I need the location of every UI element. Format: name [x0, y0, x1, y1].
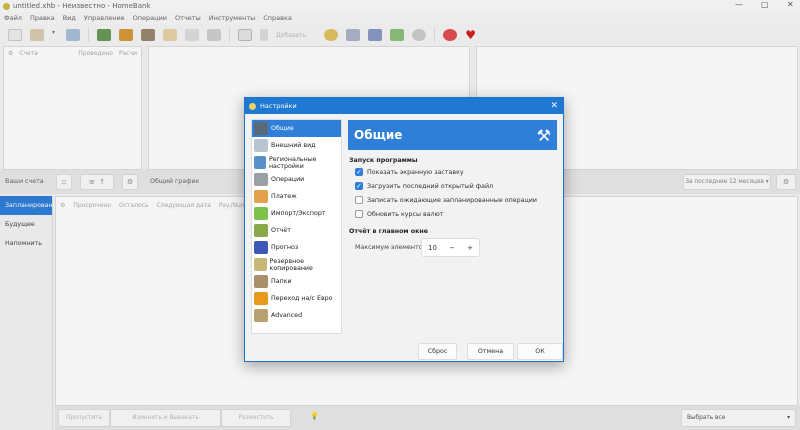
option-label: Записать ожидающие запланированные опера…: [367, 196, 537, 204]
import-export-icon: [254, 207, 268, 220]
folder-icon: [254, 275, 268, 288]
nav-item-label: Общие: [271, 125, 294, 132]
main-window-section-title: Отчёт в главном окне: [349, 228, 428, 235]
section-header-title: Общие: [354, 128, 403, 142]
preferences-dialog: Настройки ✕ Общие Внешний вид Региональные…: [244, 97, 564, 362]
advanced-icon: [254, 309, 268, 322]
clock-icon: [254, 258, 267, 271]
cancel-button[interactable]: Отмена: [467, 343, 514, 360]
homebank-logo-icon: [249, 102, 256, 110]
max-items-label: Максимум элементов:: [355, 244, 429, 251]
forecast-icon: [254, 241, 268, 254]
checkbox-checked-icon[interactable]: ✓: [355, 182, 363, 190]
preferences-nav: Общие Внешний вид Региональные настройки Оп…: [251, 119, 342, 334]
startup-option-checkbox[interactable]: Записать ожидающие запланированные опера…: [355, 196, 537, 204]
nav-item-label: Папки: [271, 278, 292, 285]
nav-item-label: Advanced: [271, 312, 303, 319]
window-icon: [254, 139, 268, 152]
report-icon: [254, 224, 268, 237]
startup-option-checkbox[interactable]: Обновить курсы валют: [355, 210, 444, 218]
nav-item-5[interactable]: Импорт/Экспорт: [252, 205, 341, 222]
increment-button[interactable]: +: [467, 244, 473, 252]
option-label: Обновить курсы валют: [367, 210, 444, 218]
nav-item-8[interactable]: Резервное копирование: [252, 256, 341, 273]
dialog-title-bar: Настройки ✕: [245, 98, 563, 114]
flag-icon: [254, 156, 266, 169]
checkbox-checked-icon[interactable]: ✓: [355, 168, 363, 176]
decrement-button[interactable]: −: [449, 244, 455, 252]
reset-button[interactable]: Сброс: [418, 343, 457, 360]
nav-item-label: Резервное копирование: [269, 257, 313, 272]
section-header: Общие ⚒: [348, 120, 557, 150]
nav-item-label: Прогноз: [271, 244, 299, 251]
checkbox-unchecked-icon[interactable]: [355, 210, 363, 218]
nav-item-1[interactable]: Внешний вид: [252, 137, 341, 154]
wrench-icon: [254, 122, 268, 135]
nav-item-10[interactable]: Переход на/с Евро: [252, 290, 341, 307]
nav-item-0[interactable]: Общие: [252, 120, 341, 137]
nav-item-9[interactable]: Папки: [252, 273, 341, 290]
nav-item-label: Платеж: [271, 193, 297, 200]
dialog-title: Настройки: [260, 102, 297, 110]
nav-item-6[interactable]: Отчёт: [252, 222, 341, 239]
nav-item-label: Переход на/с Евро: [271, 295, 333, 302]
nav-item-label: Региональные настройки: [268, 155, 317, 170]
ok-button[interactable]: ОК: [517, 343, 563, 360]
startup-section-title: Запуск программы: [349, 157, 418, 164]
nav-item-label: Внешний вид: [271, 142, 316, 149]
nav-item-7[interactable]: Прогноз: [252, 239, 341, 256]
nav-item-label: Операции: [271, 176, 305, 183]
nav-item-11[interactable]: Advanced: [252, 307, 341, 324]
max-items-value[interactable]: 10: [428, 244, 437, 252]
nav-item-4[interactable]: Платеж: [252, 188, 341, 205]
payment-icon: [254, 190, 268, 203]
wrench-icon: ⚒: [536, 125, 551, 145]
euro-icon: [254, 292, 268, 305]
checkbox-unchecked-icon[interactable]: [355, 196, 363, 204]
nav-item-label: Импорт/Экспорт: [271, 210, 326, 217]
dialog-close-button[interactable]: ✕: [550, 101, 558, 111]
startup-option-checkbox[interactable]: ✓ Показать экранную заставку: [355, 168, 464, 176]
option-label: Загрузить последний открытый файл: [367, 182, 494, 190]
nav-item-2[interactable]: Региональные настройки: [252, 154, 341, 171]
max-items-stepper[interactable]: 10 − +: [421, 238, 480, 257]
list-icon: [254, 173, 268, 186]
nav-item-label: Отчёт: [271, 227, 291, 234]
option-label: Показать экранную заставку: [367, 168, 464, 176]
startup-option-checkbox[interactable]: ✓ Загрузить последний открытый файл: [355, 182, 493, 190]
nav-item-3[interactable]: Операции: [252, 171, 341, 188]
